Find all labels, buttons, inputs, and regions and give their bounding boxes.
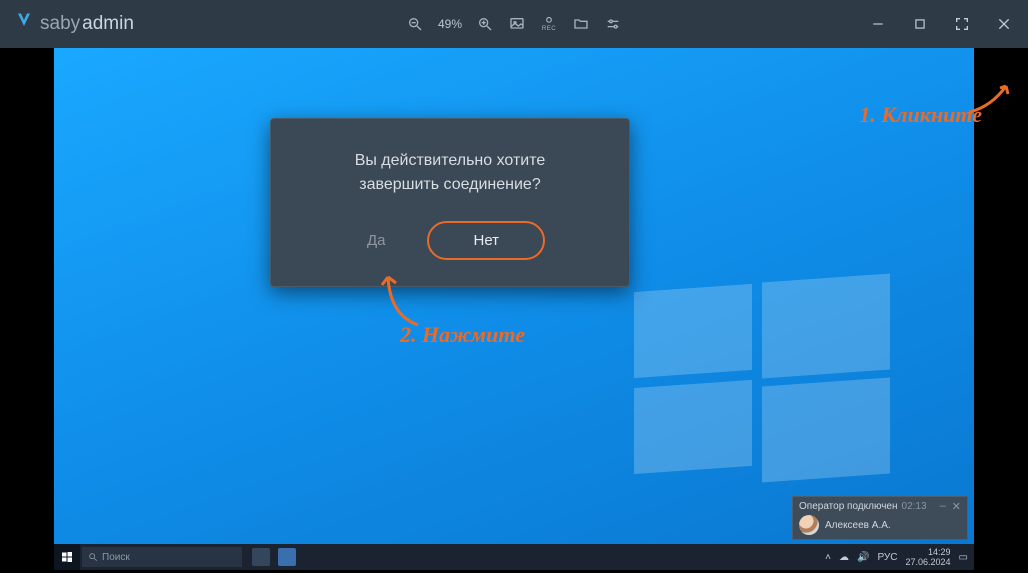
app-logo: sabyadmin [14,11,134,37]
brand-part-1: saby [40,13,80,35]
notification-minimize-icon[interactable]: – [940,500,946,513]
logo-icon [15,11,33,37]
window-controls [868,14,1014,34]
zoom-level: 49% [438,17,462,31]
brand-part-2: admin [82,13,134,35]
tray-chevron-icon[interactable]: ˄ [825,552,831,563]
notification-close-icon[interactable]: ✕ [952,500,961,513]
minimize-button[interactable] [868,14,888,34]
zoom-out-icon[interactable] [406,15,424,33]
tray-icon-1[interactable]: ☁ [839,552,849,563]
remote-viewport: Поиск ˄ ☁ 🔊 РУС 14:29 27.06.2024 ▭ Оп [0,48,1028,573]
zoom-in-icon[interactable] [476,15,494,33]
dialog-line-1: Вы действительно хотите [295,149,605,173]
taskbar-pinned [252,548,296,566]
start-button[interactable] [54,544,80,570]
tray-time: 14:29 [906,547,951,557]
taskbar-app-2[interactable] [278,548,296,566]
taskbar-tray: ˄ ☁ 🔊 РУС 14:29 27.06.2024 ▭ [825,547,974,567]
image-icon[interactable] [508,15,526,33]
tray-date: 27.06.2024 [906,557,951,567]
tray-lang[interactable]: РУС [877,552,897,563]
dialog-yes-button[interactable]: Да [355,224,398,257]
tray-icon-2[interactable]: 🔊 [857,552,869,563]
record-icon[interactable]: REC [540,15,558,33]
tray-clock[interactable]: 14:29 27.06.2024 [906,547,951,567]
taskbar-app-1[interactable] [252,548,270,566]
dialog-line-2: завершить соединение? [295,173,605,197]
toolbar-center: 49% REC [406,15,622,33]
dialog-no-button[interactable]: Нет [427,221,545,260]
remote-taskbar: Поиск ˄ ☁ 🔊 РУС 14:29 27.06.2024 ▭ [54,544,974,570]
tray-notifications-icon[interactable]: ▭ [959,552,968,563]
folder-icon[interactable] [572,15,590,33]
taskbar-search[interactable]: Поиск [82,547,242,567]
close-button[interactable] [994,14,1014,34]
confirm-dialog: Вы действительно хотите завершить соедин… [270,118,630,287]
title-bar: sabyadmin 49% REC [0,0,1028,48]
operator-avatar [799,515,819,535]
operator-notification: Оператор подключен 02:13 – ✕ Алексеев А.… [792,496,968,540]
windows-logo [634,278,894,478]
notification-title: Оператор подключен [799,501,898,512]
restore-button[interactable] [910,14,930,34]
taskbar-search-placeholder: Поиск [102,552,130,563]
fullscreen-button[interactable] [952,14,972,34]
notification-elapsed: 02:13 [902,501,927,512]
settings-sliders-icon[interactable] [604,15,622,33]
operator-name: Алексеев А.А. [825,520,891,531]
dialog-message: Вы действительно хотите завершить соедин… [295,149,605,197]
